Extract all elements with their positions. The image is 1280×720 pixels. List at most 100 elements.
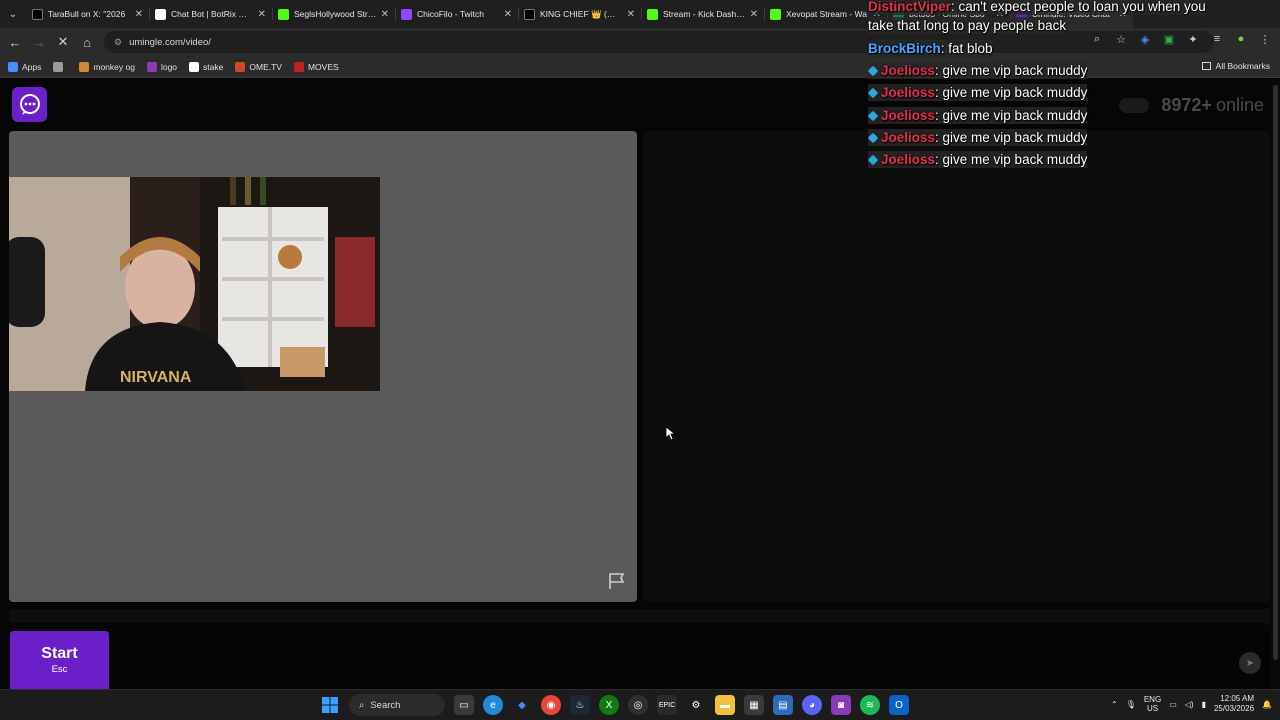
- microphone-icon[interactable]: 🎙: [1126, 700, 1136, 709]
- send-icon[interactable]: ➤: [1239, 652, 1261, 674]
- settings-icon[interactable]: ⚙: [686, 695, 706, 715]
- volume-icon[interactable]: ◁): [1185, 700, 1194, 709]
- bookmark-label: logo: [160, 61, 178, 72]
- chat-username: Joelioss: [881, 108, 936, 123]
- browser-tab[interactable]: Stream - Kick Dashbo ✕: [641, 0, 764, 28]
- discord-icon[interactable]: ◕: [802, 695, 822, 715]
- svg-text:NIRVANA: NIRVANA: [120, 369, 192, 386]
- chat-message: DistinctViper: can't expect people to lo…: [868, 0, 1206, 16]
- all-bookmarks-label: All Bookmarks: [1215, 61, 1270, 71]
- bookmark-item[interactable]: Apps: [8, 61, 41, 72]
- browser-tab[interactable]: Chat Bot | BotRix — C ✕: [149, 0, 272, 28]
- notifications-icon[interactable]: 🔔: [1262, 700, 1272, 709]
- tab-close-icon[interactable]: ✕: [504, 9, 512, 20]
- bookmark-item[interactable]: stake: [189, 61, 224, 72]
- windows-taskbar: ⌕ Search ▭ e ◆ ◉ ♨ X ◎ EPIC ⚙ ▬ ▦ ▤ ◕ ◙ …: [0, 689, 1280, 720]
- browser-toolbar: ← → ✕ ⌂ ⚙ umingle.com/video/ ⌕ ☆ ◈ ▣ ✦ ≡…: [0, 28, 1280, 56]
- tab-close-icon[interactable]: ✕: [258, 9, 266, 20]
- tab-close-icon[interactable]: ✕: [135, 9, 143, 20]
- stop-button[interactable]: ✕: [51, 30, 75, 54]
- edge-icon[interactable]: e: [483, 695, 503, 715]
- browser-tab[interactable]: TaraBull on X: "2026 ✕: [26, 0, 149, 28]
- tab-label: Stream - Kick Dashbo: [663, 9, 746, 19]
- online-counter: 8972+ online: [1119, 95, 1264, 116]
- clock-time: 12:05 AM: [1220, 694, 1255, 703]
- start-button[interactable]: Start Esc: [10, 631, 109, 689]
- file-explorer-icon[interactable]: ▬: [715, 695, 735, 715]
- vpn-icon[interactable]: ◆: [512, 695, 532, 715]
- zoom-icon[interactable]: ⌕: [1090, 32, 1104, 46]
- language-indicator[interactable]: ENG US: [1144, 695, 1161, 713]
- outlook-icon[interactable]: O: [889, 695, 909, 715]
- xbox-icon[interactable]: X: [599, 695, 619, 715]
- sub-badge-icon: [867, 66, 879, 77]
- browser-tab[interactable]: ChicoFilo - Twitch ✕: [395, 0, 518, 28]
- bookmark-star-icon[interactable]: ☆: [1114, 32, 1128, 46]
- start-label: Start: [41, 645, 78, 662]
- chat-bubble-icon: [19, 93, 40, 115]
- self-webcam-video: NIRVANA: [9, 177, 380, 391]
- chat-message: Joelioss: give me vip back muddy: [867, 107, 1088, 125]
- network-icon[interactable]: ▭: [1169, 700, 1177, 709]
- all-bookmarks[interactable]: All Bookmarks: [1201, 61, 1270, 71]
- task-view-icon[interactable]: ▭: [454, 695, 474, 715]
- instagram-icon[interactable]: ◙: [831, 695, 851, 715]
- stranger-video-panel: NIRVANA: [9, 131, 637, 602]
- bookmark-label: MOVES: [307, 61, 339, 72]
- tab-label: ChicoFilo - Twitch: [417, 9, 484, 19]
- folder-icon: [1201, 62, 1211, 70]
- bookmark-label: stake: [203, 61, 224, 72]
- site-info-icon[interactable]: ⚙: [114, 37, 122, 48]
- chrome-icon[interactable]: ◉: [541, 695, 561, 715]
- spotify-icon[interactable]: ≋: [860, 695, 880, 715]
- taskbar-search[interactable]: ⌕ Search: [349, 694, 445, 716]
- tab-close-icon[interactable]: ✕: [381, 9, 389, 20]
- tab-close-icon[interactable]: ✕: [750, 9, 758, 20]
- extensions-puzzle-icon[interactable]: ✦: [1186, 32, 1200, 46]
- store-icon[interactable]: ▦: [744, 695, 764, 715]
- stake-icon: [189, 61, 200, 72]
- bookmark-item[interactable]: logo: [146, 61, 178, 72]
- chat-username: DistinctViper: [868, 0, 952, 14]
- steam-icon[interactable]: ♨: [570, 695, 590, 715]
- home-button[interactable]: ⌂: [75, 30, 99, 54]
- browser-tab[interactable]: KING CHIEF 👑 (@Cl ✕: [518, 0, 641, 28]
- extension-icon[interactable]: ◈: [1138, 32, 1152, 46]
- browser-tab[interactable]: SeglsHollywood Strea ✕: [272, 0, 395, 28]
- tab-close-icon[interactable]: ✕: [627, 9, 635, 20]
- bookmark-item[interactable]: OME.TV: [235, 61, 282, 72]
- umingle-page: 8972+ online NIRVANA Start Esc ➤: [0, 79, 1280, 689]
- back-button[interactable]: ←: [3, 30, 27, 54]
- message-input[interactable]: [116, 631, 1270, 689]
- browser-menu-icon[interactable]: ⋮: [1258, 32, 1272, 46]
- sub-badge-icon: [867, 155, 879, 166]
- forward-button[interactable]: →: [27, 30, 51, 54]
- sub-badge-icon: [867, 88, 879, 99]
- tray-overflow-icon[interactable]: ⌃: [1111, 700, 1118, 709]
- tab-label: Xevopat Stream - Wa: [786, 9, 867, 19]
- battery-icon[interactable]: ▮: [1202, 700, 1206, 709]
- bookmark-label: OME.TV: [249, 61, 282, 72]
- chat-text: : give me vip back muddy: [935, 85, 1088, 100]
- partner-video-panel: [643, 131, 1270, 602]
- chat-message: Joelioss: give me vip back muddy: [867, 84, 1088, 102]
- bookmark-item[interactable]: monkey og: [79, 61, 135, 72]
- umingle-logo[interactable]: [12, 87, 47, 122]
- online-toggle[interactable]: [1119, 98, 1150, 113]
- epic-games-icon[interactable]: EPIC: [657, 695, 677, 715]
- report-flag-icon[interactable]: [607, 571, 627, 591]
- app-icon[interactable]: ▤: [773, 695, 793, 715]
- tab-search-icon[interactable]: ⌄: [0, 0, 26, 28]
- bookmark-item[interactable]: MOVES: [293, 61, 339, 72]
- obs-icon[interactable]: ◎: [628, 695, 648, 715]
- extension-badge-icon[interactable]: ▣: [1162, 32, 1176, 46]
- profile-avatar-icon[interactable]: ●: [1234, 32, 1248, 46]
- bookmark-item[interactable]: [53, 61, 67, 72]
- chat-username: Joelioss: [881, 152, 936, 167]
- media-control-icon[interactable]: ≡: [1210, 32, 1224, 46]
- system-clock[interactable]: 12:05 AM 25/03/2026: [1214, 694, 1254, 714]
- windows-start-icon[interactable]: [320, 695, 340, 715]
- chat-message: Joelioss: give me vip back muddy: [867, 151, 1088, 169]
- page-scrollbar[interactable]: [1271, 79, 1280, 689]
- online-label: online: [1215, 95, 1264, 115]
